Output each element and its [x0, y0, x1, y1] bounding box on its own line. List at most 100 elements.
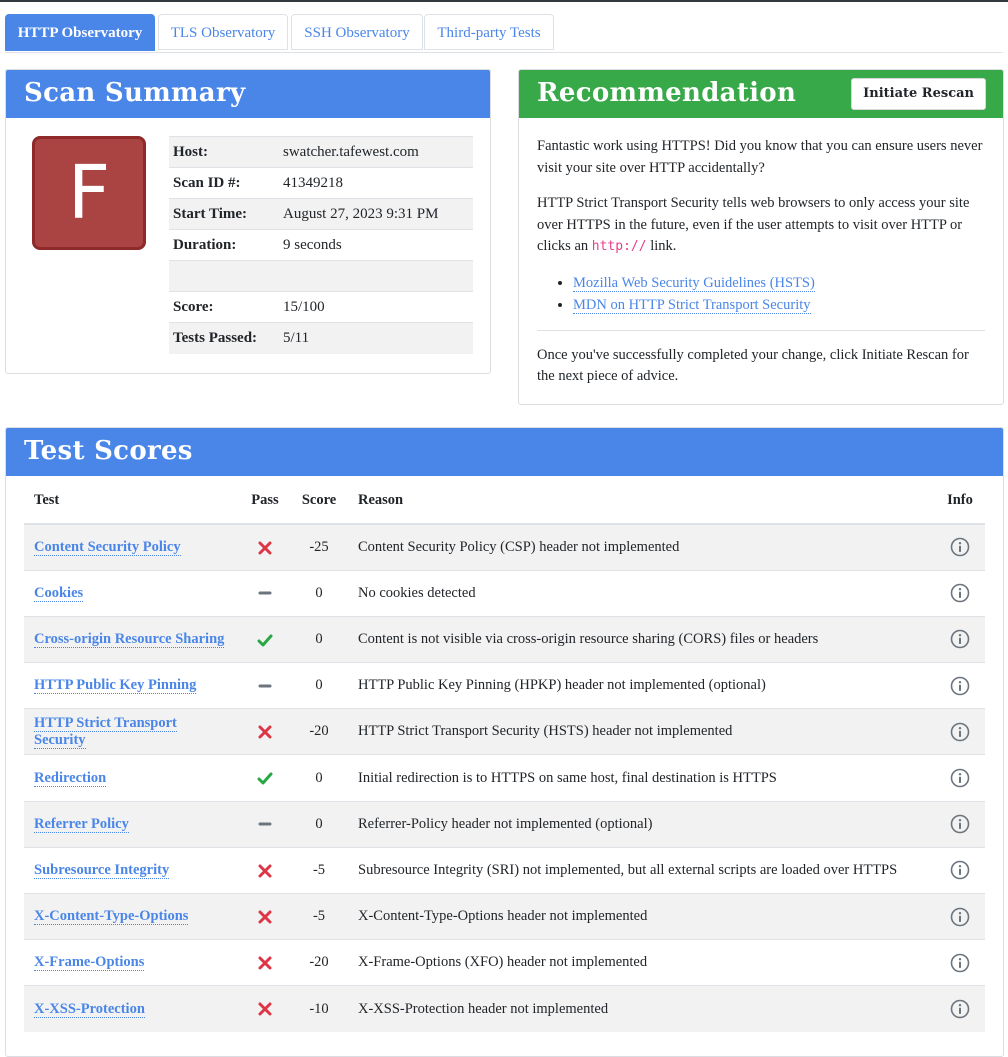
pass-cell: [240, 986, 290, 1032]
dash-icon: [257, 677, 273, 693]
reason-cell: X-XSS-Protection header not implemented: [348, 986, 935, 1032]
table-row: Subresource Integrity -5 Subresource Integ…: [24, 847, 985, 893]
table-row: Redirection 0 Initial redirection is to HT…: [24, 755, 985, 801]
test-name-link[interactable]: X-Frame-Options: [34, 954, 144, 971]
reason-cell: Subresource Integrity (SRI) not implemen…: [348, 847, 935, 893]
tab-third-party-tests[interactable]: Third-party Tests: [424, 14, 554, 50]
scan-summary-card: Scan Summary F Host: swatcher.tafewest.co…: [5, 69, 491, 374]
table-row: Cross-origin Resource Sharing 0 Content is…: [24, 616, 985, 662]
info-icon[interactable]: [950, 585, 970, 601]
scan-summary-title: Scan Summary: [24, 76, 245, 110]
summary-row: [169, 261, 473, 292]
info-cell: [935, 524, 985, 570]
test-name-link[interactable]: Content Security Policy: [34, 539, 181, 556]
tab-tls-observatory[interactable]: TLS Observatory: [158, 14, 288, 50]
info-icon[interactable]: [950, 769, 970, 785]
mozilla-guidelines-link[interactable]: Mozilla Web Security Guidelines (HSTS): [573, 275, 815, 292]
test-name-cell: X-Content-Type-Options: [24, 894, 240, 940]
dash-icon: [257, 816, 273, 832]
list-item: Mozilla Web Security Guidelines (HSTS): [573, 272, 985, 294]
reason-cell: X-Content-Type-Options header not implem…: [348, 894, 935, 940]
observatory-tabs: HTTP Observatory TLS Observatory SSH Obs…: [5, 14, 1003, 53]
summary-value: 41349218: [279, 168, 473, 199]
test-name-cell: Redirection: [24, 755, 240, 801]
test-scores-table: Test Pass Score Reason Info Content Secu…: [24, 477, 985, 1032]
test-name-link[interactable]: Referrer Policy: [34, 816, 129, 833]
test-name-link[interactable]: Redirection: [34, 770, 106, 787]
column-header-score: Score: [290, 477, 348, 524]
info-cell: [935, 616, 985, 662]
pass-cell: [240, 570, 290, 616]
test-name-link[interactable]: Cookies: [34, 585, 83, 602]
summary-value: 5/11: [279, 323, 473, 354]
info-icon[interactable]: [950, 1001, 970, 1017]
test-name-cell: Cross-origin Resource Sharing: [24, 616, 240, 662]
score-cell: 0: [290, 570, 348, 616]
summary-row: Start Time: August 27, 2023 9:31 PM: [169, 199, 473, 230]
table-row: HTTP Public Key Pinning 0 HTTP Public Key …: [24, 663, 985, 709]
info-icon[interactable]: [950, 816, 970, 832]
cross-icon: [257, 1001, 273, 1017]
info-icon[interactable]: [950, 631, 970, 647]
score-cell: -10: [290, 986, 348, 1032]
table-row: X-XSS-Protection -10 X-XSS-Protection head…: [24, 986, 985, 1032]
score-cell: 0: [290, 616, 348, 662]
column-header-pass: Pass: [240, 477, 290, 524]
list-item: MDN on HTTP Strict Transport Security: [573, 294, 985, 316]
info-icon[interactable]: [950, 954, 970, 970]
summary-label: Start Time:: [169, 199, 279, 230]
test-name-link[interactable]: Subresource Integrity: [34, 862, 169, 879]
test-name-link[interactable]: Cross-origin Resource Sharing: [34, 631, 224, 648]
summary-value: swatcher.tafewest.com: [279, 137, 473, 168]
table-row: X-Content-Type-Options -5 X-Content-Type-O…: [24, 894, 985, 940]
reason-cell: X-Frame-Options (XFO) header not impleme…: [348, 940, 935, 986]
initiate-rescan-button[interactable]: Initiate Rescan: [851, 78, 986, 110]
reason-cell: Initial redirection is to HTTPS on same …: [348, 755, 935, 801]
cross-icon: [257, 908, 273, 924]
reason-cell: No cookies detected: [348, 570, 935, 616]
info-icon[interactable]: [950, 908, 970, 924]
summary-label: Host:: [169, 137, 279, 168]
recommendation-card: Recommendation Initiate Rescan Fantastic…: [518, 69, 1004, 405]
score-cell: 0: [290, 755, 348, 801]
info-cell: [935, 847, 985, 893]
test-scores-title: Test Scores: [24, 434, 193, 468]
summary-value: 15/100: [279, 292, 473, 323]
mdn-hsts-link[interactable]: MDN on HTTP Strict Transport Security: [573, 297, 811, 314]
info-icon[interactable]: [950, 723, 970, 739]
score-cell: -20: [290, 709, 348, 755]
score-cell: -20: [290, 940, 348, 986]
test-name-link[interactable]: HTTP Public Key Pinning: [34, 677, 196, 694]
recommendation-body: Fantastic work using HTTPS! Did you know…: [537, 136, 985, 402]
test-name-cell: HTTP Strict Transport Security: [24, 709, 240, 755]
test-name-cell: X-Frame-Options: [24, 940, 240, 986]
test-name-cell: Referrer Policy: [24, 801, 240, 847]
summary-label: Duration:: [169, 230, 279, 261]
scan-summary-header: Scan Summary: [6, 70, 490, 118]
info-cell: [935, 663, 985, 709]
summary-value: August 27, 2023 9:31 PM: [279, 199, 473, 230]
score-cell: 0: [290, 801, 348, 847]
test-name-link[interactable]: HTTP Strict Transport Security: [34, 715, 177, 749]
tab-ssh-observatory[interactable]: SSH Observatory: [291, 14, 423, 50]
info-icon[interactable]: [950, 862, 970, 878]
summary-row: Duration: 9 seconds: [169, 230, 473, 261]
check-icon: [257, 770, 273, 786]
summary-value: 9 seconds: [279, 230, 473, 261]
grade-badge: F: [32, 136, 146, 250]
test-name-link[interactable]: X-XSS-Protection: [34, 1001, 145, 1018]
info-cell: [935, 709, 985, 755]
test-name-link[interactable]: X-Content-Type-Options: [34, 908, 188, 925]
test-name-cell: Content Security Policy: [24, 524, 240, 570]
pass-cell: [240, 524, 290, 570]
column-header-test: Test: [24, 477, 240, 524]
info-icon[interactable]: [950, 539, 970, 555]
pass-cell: [240, 663, 290, 709]
info-cell: [935, 940, 985, 986]
recommendation-intro: Fantastic work using HTTPS! Did you know…: [537, 136, 985, 179]
summary-row: Scan ID #: 41349218: [169, 168, 473, 199]
test-scores-card: Test Scores Test Pass Score Reason Info …: [5, 427, 1004, 1057]
recommendation-links: Mozilla Web Security Guidelines (HSTS) M…: [537, 272, 985, 316]
info-icon[interactable]: [950, 677, 970, 693]
tab-http-observatory[interactable]: HTTP Observatory: [5, 14, 155, 51]
